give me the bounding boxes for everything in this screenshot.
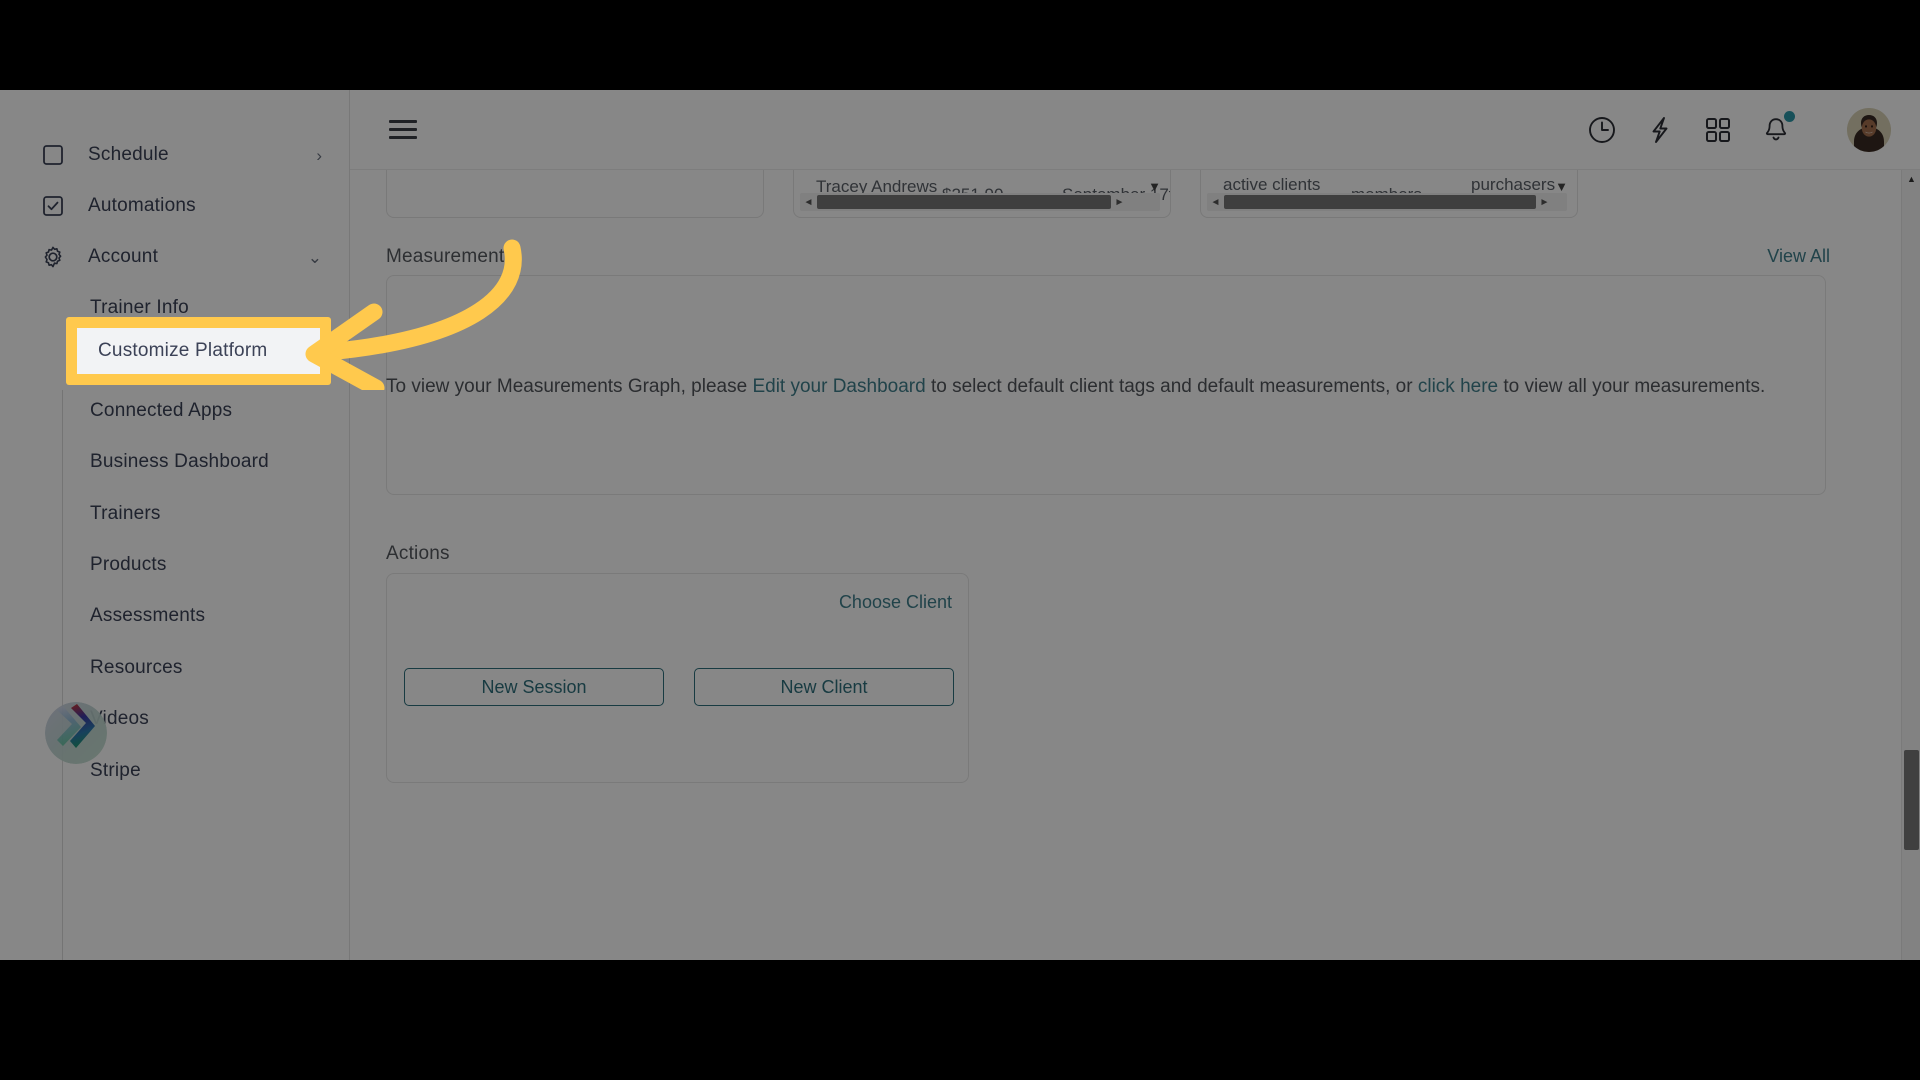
measurements-section-title: Measurements [386, 246, 515, 267]
actions-section-title: Actions [386, 543, 450, 564]
sidebar-item-account[interactable]: Account ⌄ [0, 232, 350, 282]
sidebar-item-label: Schedule [88, 144, 169, 165]
sidebar-navigation: Schedule › Automations Account ⌄ Trainer… [0, 90, 350, 960]
new-session-button[interactable]: New Session [404, 668, 664, 706]
sidebar-sub-label: Business Dashboard [90, 451, 269, 472]
hamburger-menu-icon[interactable] [389, 118, 417, 140]
message-text-part-1: To view your Measurements Graph, please [386, 376, 753, 397]
chevron-down-icon[interactable]: ▼ [1148, 179, 1161, 194]
sidebar-item-assessments[interactable]: Assessments [62, 591, 350, 641]
hamburger-bar [389, 136, 417, 139]
choose-client-link[interactable]: Choose Client [839, 592, 952, 613]
notification-dot-badge [1784, 111, 1795, 122]
chevron-right-icon: › [316, 145, 322, 165]
chevron-down-icon[interactable]: ▼ [1555, 179, 1568, 194]
scroll-right-arrow-icon[interactable]: ► [1536, 193, 1553, 211]
main-region: Tracey Andrews $251.90 September 17th ▼ … [350, 90, 1920, 960]
app-screen: Schedule › Automations Account ⌄ Trainer… [0, 90, 1920, 960]
metric-active-clients: active clients [1223, 175, 1321, 194]
sidebar-item-schedule[interactable]: Schedule › [0, 130, 350, 180]
hamburger-bar [389, 120, 417, 123]
scroll-left-arrow-icon[interactable]: ◄ [1207, 193, 1224, 211]
actions-panel: Choose Client New Session New Client [386, 573, 969, 783]
sidebar-item-business-dashboard[interactable]: Business Dashboard [62, 437, 350, 487]
gear-icon [40, 244, 66, 270]
brand-logo-badge[interactable] [45, 702, 107, 764]
message-text-part-2: to select default client tags and defaul… [925, 376, 1418, 397]
sidebar-sub-label: Connected Apps [90, 400, 233, 421]
sidebar-item-products[interactable]: Products [62, 540, 350, 590]
sidebar-item-customize-platform-highlighted[interactable]: Customize Platform [66, 317, 331, 385]
sidebar-sub-label: Trainer Info [90, 297, 189, 318]
sidebar-sub-label: Stripe [90, 760, 141, 781]
sidebar-sub-label: Products [90, 554, 167, 575]
lightning-bolt-icon[interactable] [1642, 112, 1678, 148]
top-header-bar [350, 90, 1920, 170]
content-vertical-scrollbar[interactable]: ▲ [1901, 170, 1920, 960]
new-client-button[interactable]: New Client [694, 668, 954, 706]
measurements-empty-message: To view your Measurements Graph, please … [386, 376, 1826, 398]
chevron-down-icon: ⌄ [307, 247, 322, 267]
message-text-part-3: to view all your measurements. [1498, 376, 1766, 397]
scroll-right-arrow-icon[interactable]: ► [1111, 193, 1128, 211]
client-stats-widget: active clients members purchasers ▼ ◄ ► [1200, 170, 1578, 218]
edit-dashboard-link[interactable]: Edit your Dashboard [752, 376, 925, 397]
sidebar-item-label: Account [88, 246, 159, 267]
notification-bell-icon[interactable] [1758, 111, 1795, 148]
hamburger-bar [389, 128, 417, 131]
highlight-inner: Customize Platform [77, 328, 320, 374]
scroll-thumb[interactable] [817, 195, 1111, 209]
dashboard-content: Tracey Andrews $251.90 September 17th ▼ … [350, 170, 1920, 960]
click-here-link[interactable]: click here [1418, 376, 1498, 397]
apps-grid-icon[interactable] [1700, 112, 1736, 148]
sidebar-item-resources[interactable]: Resources [62, 643, 350, 693]
horizontal-scrollbar[interactable]: ◄ ► [800, 193, 1160, 211]
square-outline-icon [40, 142, 66, 168]
measurements-view-all-link[interactable]: View All [1767, 246, 1830, 267]
sidebar-item-trainers[interactable]: Trainers [62, 489, 350, 539]
scroll-left-arrow-icon[interactable]: ◄ [800, 193, 817, 211]
history-clock-icon[interactable] [1584, 112, 1620, 148]
sidebar-item-stripe[interactable]: Stripe [62, 746, 350, 796]
sidebar-item-connected-apps[interactable]: Connected Apps [62, 386, 350, 436]
sidebar-sub-label: Customize Platform [98, 340, 268, 361]
metric-purchasers: purchasers [1471, 175, 1556, 194]
avatar[interactable] [1847, 108, 1891, 152]
partial-widget-card [386, 170, 764, 218]
horizontal-scrollbar[interactable]: ◄ ► [1207, 193, 1567, 211]
scroll-up-arrow-icon[interactable]: ▲ [1902, 170, 1920, 188]
sidebar-item-automations[interactable]: Automations [0, 181, 350, 231]
sidebar-sub-label: Assessments [90, 605, 206, 626]
recent-payments-widget: Tracey Andrews $251.90 September 17th ▼ … [793, 170, 1171, 218]
sidebar-sub-label: Trainers [90, 503, 161, 524]
checkbox-checked-icon [40, 193, 66, 219]
scroll-thumb[interactable] [1224, 195, 1536, 209]
scroll-thumb[interactable] [1904, 750, 1919, 850]
sidebar-item-label: Automations [88, 195, 196, 216]
sidebar-sub-label: Resources [90, 657, 183, 678]
